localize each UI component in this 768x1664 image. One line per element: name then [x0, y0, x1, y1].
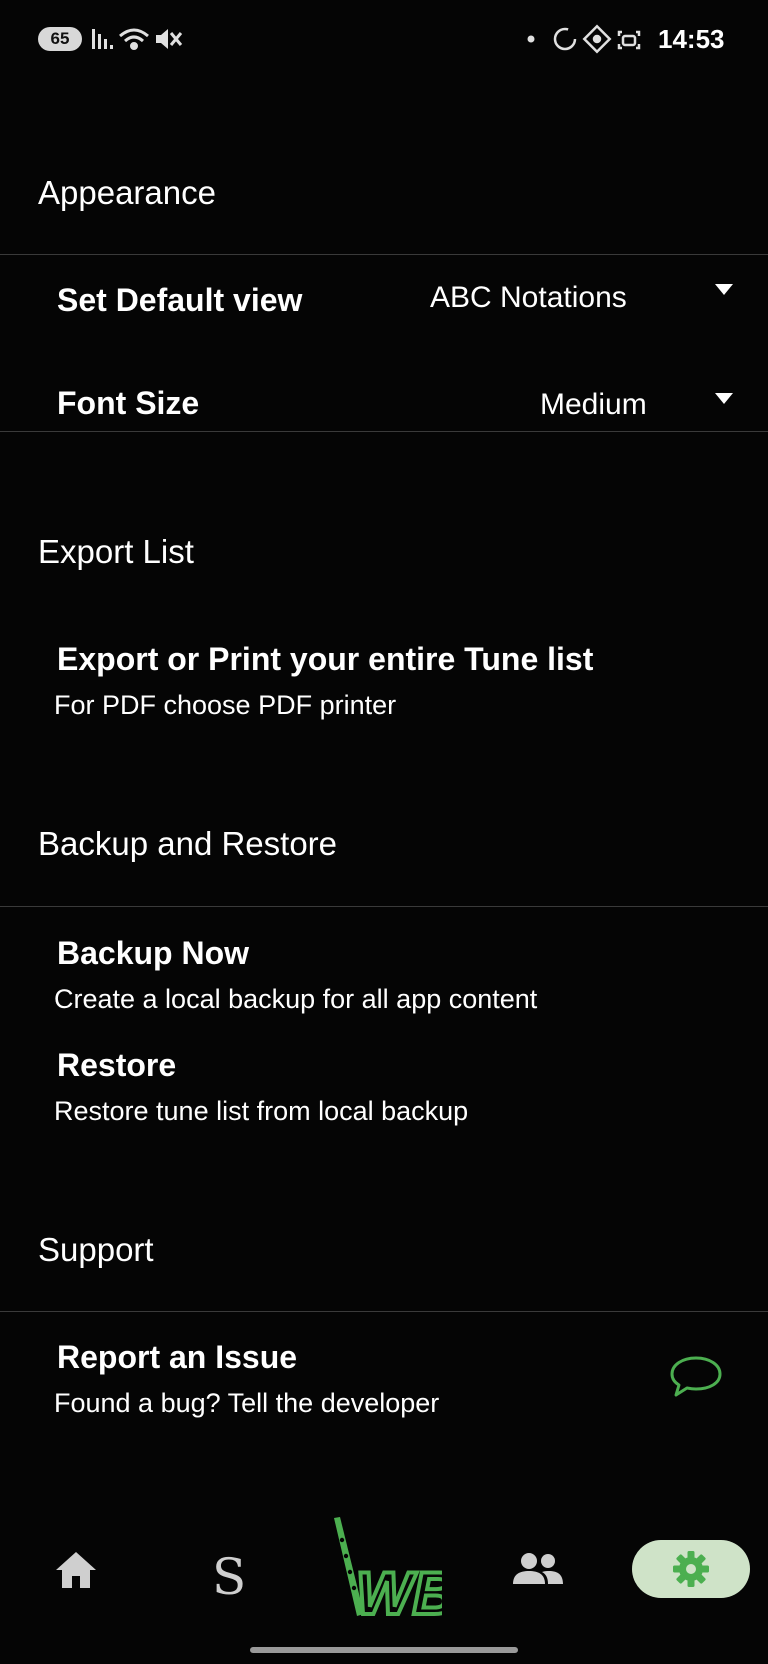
- backup-title: Backup Now: [57, 935, 250, 971]
- export-subtitle: For PDF choose PDF printer: [54, 690, 397, 720]
- divider: [0, 906, 768, 907]
- default-view-setting[interactable]: Set Default view ABC Notations: [0, 262, 768, 342]
- export-list-item[interactable]: Export or Print your entire Tune list Fo…: [0, 630, 768, 730]
- wb-logo-tab[interactable]: WB: [326, 1514, 442, 1626]
- people-icon[interactable]: [512, 1552, 564, 1586]
- settings-tab[interactable]: [632, 1540, 750, 1598]
- divider: [0, 431, 768, 432]
- font-size-setting[interactable]: Font Size Medium: [0, 368, 768, 430]
- divider: [0, 254, 768, 255]
- diamond-icon: [582, 24, 612, 54]
- font-size-label: Font Size: [57, 385, 200, 421]
- report-subtitle: Found a bug? Tell the developer: [54, 1388, 440, 1418]
- status-time: 14:53: [658, 24, 725, 54]
- section-header-backup: Backup and Restore: [38, 825, 338, 862]
- restore-item[interactable]: Restore Restore tune list from local bac…: [0, 1030, 768, 1138]
- nav-s-tab[interactable]: S: [212, 1547, 246, 1607]
- sync-icon: [553, 27, 577, 51]
- font-size-select[interactable]: Medium: [540, 386, 647, 424]
- screenshot-icon: [617, 30, 641, 50]
- notification-icons: [527, 24, 641, 54]
- report-issue-item[interactable]: Report an Issue Found a bug? Tell the de…: [0, 1322, 768, 1430]
- backup-subtitle: Create a local backup for all app conten…: [54, 984, 538, 1014]
- restore-title: Restore: [57, 1047, 177, 1083]
- backup-now-item[interactable]: Backup Now Create a local backup for all…: [0, 918, 768, 1026]
- connectivity-icons: [92, 28, 183, 50]
- default-view-select[interactable]: ABC Notations: [430, 279, 627, 317]
- dot-icon: [527, 35, 535, 43]
- battery-indicator: 65: [38, 27, 82, 51]
- section-header-export: Export List: [38, 533, 194, 570]
- mute-icon: [156, 29, 183, 49]
- home-indicator[interactable]: [250, 1647, 518, 1653]
- caret-down-icon: [715, 284, 733, 295]
- export-title: Export or Print your entire Tune list: [57, 641, 594, 677]
- chat-bubble-icon[interactable]: [668, 1354, 724, 1400]
- gear-icon: [673, 1551, 709, 1587]
- restore-subtitle: Restore tune list from local backup: [54, 1096, 469, 1126]
- caret-down-icon: [715, 393, 733, 404]
- settings-screen: 65 14:53 Appearance Set Default view ABC…: [0, 0, 768, 1664]
- section-header-support: Support: [38, 1231, 154, 1268]
- home-icon[interactable]: [54, 1550, 98, 1590]
- divider: [0, 1311, 768, 1312]
- signal-icon: [92, 29, 113, 49]
- wb-text: WB: [356, 1560, 442, 1626]
- section-header-appearance: Appearance: [38, 174, 216, 211]
- bottom-navigation: S WB: [0, 1500, 768, 1630]
- report-title: Report an Issue: [57, 1339, 298, 1375]
- wifi-icon: [119, 28, 149, 50]
- default-view-label: Set Default view: [57, 282, 303, 318]
- status-bar: 65 14:53: [0, 0, 768, 80]
